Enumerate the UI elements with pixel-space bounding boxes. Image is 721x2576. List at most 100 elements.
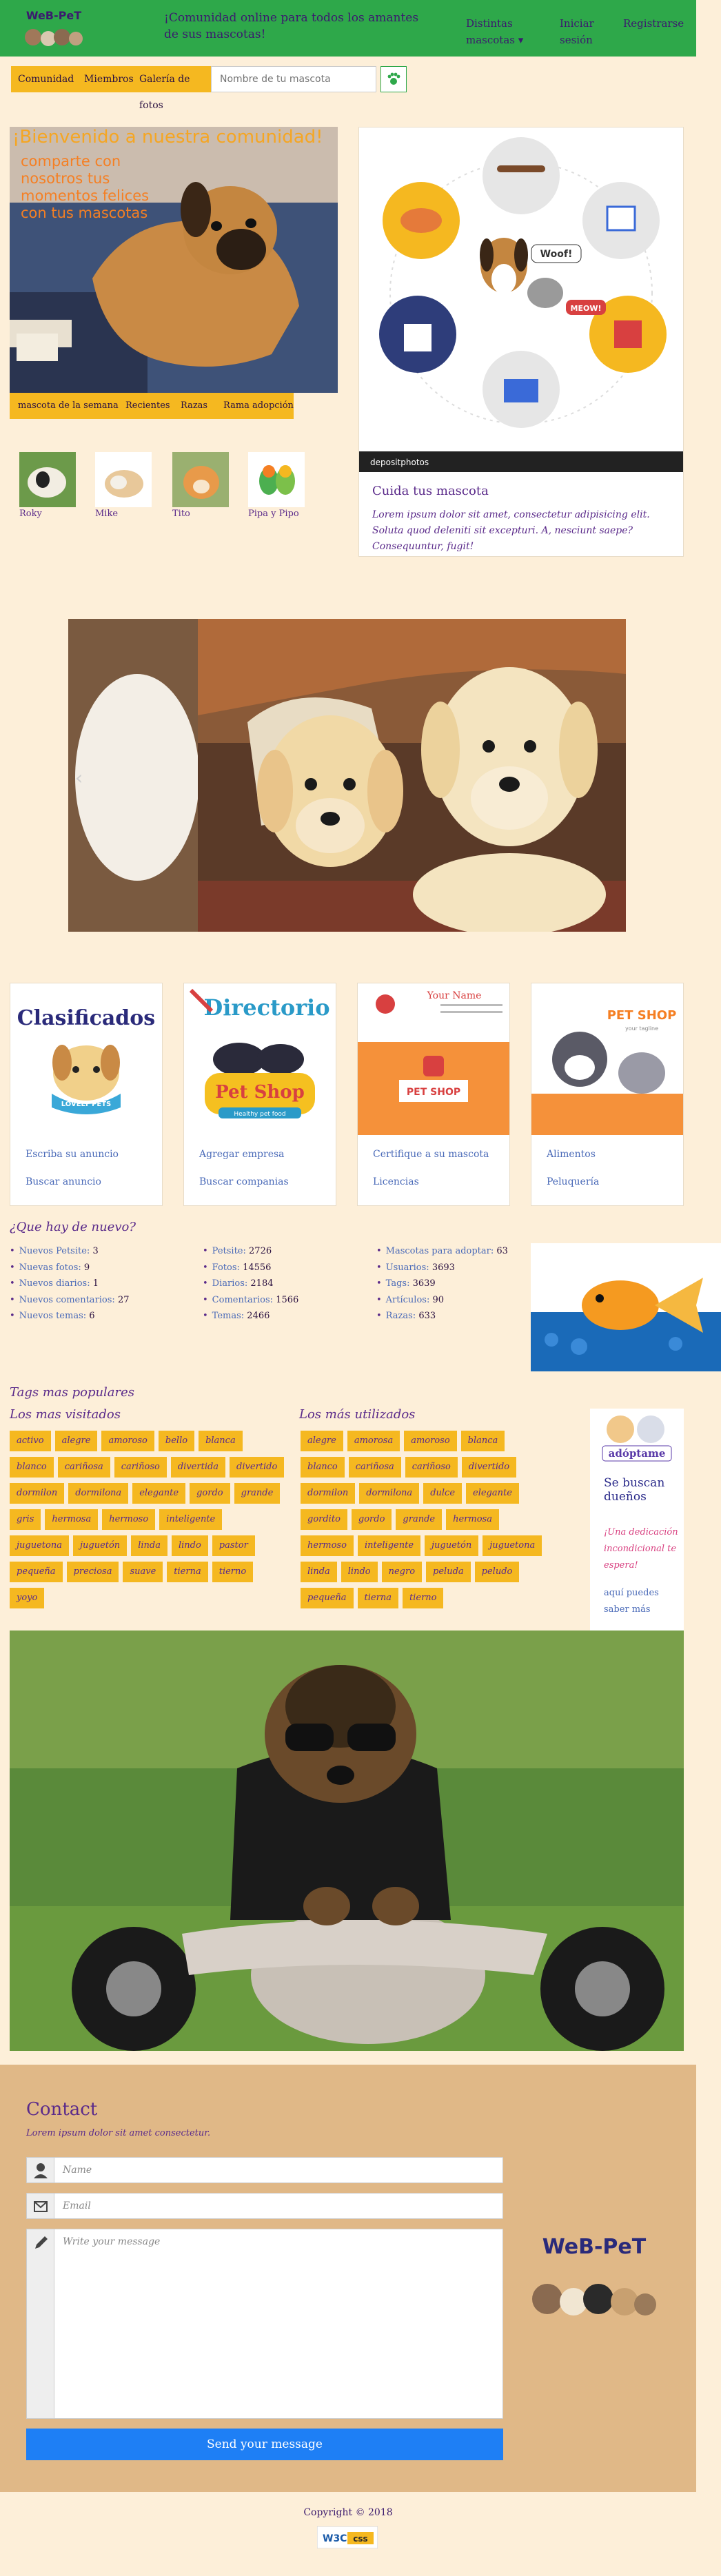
tag-link[interactable]: blanca — [460, 1431, 505, 1451]
tag-link[interactable]: lindo — [341, 1562, 378, 1582]
subnav-miembros[interactable]: Miembros — [84, 66, 134, 92]
tag-link[interactable]: lindo — [171, 1535, 208, 1556]
adopt-link[interactable]: aquí puedes saber más — [604, 1585, 680, 1618]
nav-registrarse[interactable]: Registrarse — [623, 15, 685, 32]
tag-link[interactable]: amoroso — [101, 1431, 154, 1451]
stat-item: Nuevas fotos: 9 — [10, 1260, 130, 1276]
link-alimentos[interactable]: Alimentos — [547, 1149, 596, 1160]
tag-link[interactable]: divertido — [230, 1457, 285, 1478]
tag-link[interactable]: tierna — [167, 1562, 208, 1582]
link-buscar-companias[interactable]: Buscar companias — [199, 1176, 289, 1187]
tag-link[interactable]: hermoso — [102, 1509, 156, 1530]
tag-link[interactable]: cariñoso — [114, 1457, 167, 1478]
tag-link[interactable]: linda — [301, 1562, 337, 1582]
tag-link[interactable]: pequeña — [10, 1562, 63, 1582]
service-card: Directorio Pet Shop Healthy pet food Agr… — [183, 983, 336, 1206]
tag-link[interactable]: cariñosa — [57, 1457, 110, 1478]
tag-link[interactable]: juguetón — [72, 1535, 128, 1556]
link-escriba-anuncio[interactable]: Escriba su anuncio — [26, 1149, 119, 1160]
tab-rama-adopcion[interactable]: Rama adopción — [223, 393, 294, 419]
tag-link[interactable]: dormilona — [68, 1483, 129, 1504]
tag-link[interactable]: peludo — [474, 1562, 520, 1582]
puppies-carousel[interactable]: ‹ — [68, 619, 626, 932]
pet-photo — [172, 452, 229, 507]
message-field[interactable]: Write your message — [26, 2229, 503, 2419]
search-input[interactable] — [211, 66, 376, 92]
link-certifique[interactable]: Certifique a su mascota — [373, 1149, 489, 1160]
pet-thumb[interactable]: Mike — [95, 452, 152, 519]
tag-link[interactable]: dulce — [423, 1483, 463, 1504]
tag-link[interactable]: gris — [10, 1509, 41, 1530]
search-button[interactable] — [380, 66, 407, 92]
subnav-galeria[interactable]: Galería de fotos — [139, 66, 211, 111]
tag-link[interactable]: amoroso — [404, 1431, 457, 1451]
nav-distintas-mascotas[interactable]: Distintas mascotas ▾ — [466, 15, 542, 48]
w3c-css-badge[interactable]: W3C css — [317, 2526, 378, 2548]
tag-link[interactable]: blanca — [199, 1431, 243, 1451]
tag-link[interactable]: elegante — [466, 1483, 519, 1504]
tags-used-list: alegre amorosa amoroso blanca blanco cariñosa… — [301, 1431, 549, 1608]
stat-item: Nuevos temas: 6 — [10, 1308, 130, 1325]
tag-link[interactable]: gordito — [301, 1509, 347, 1530]
subnav-comunidad[interactable]: Comunidad — [18, 66, 74, 92]
name-field[interactable]: Name — [26, 2157, 503, 2183]
tab-mascota-semana[interactable]: mascota de la semana — [18, 393, 119, 419]
tag-link[interactable]: inteligente — [159, 1509, 223, 1530]
tag-link[interactable]: amorosa — [347, 1431, 400, 1451]
tag-link[interactable]: alegre — [301, 1431, 343, 1451]
tag-link[interactable]: bello — [158, 1431, 195, 1451]
tag-link[interactable]: yoyo — [10, 1588, 45, 1608]
tag-link[interactable]: dormilon — [10, 1483, 65, 1504]
tag-link[interactable]: juguetona — [483, 1535, 542, 1556]
tag-link[interactable]: gordo — [351, 1509, 392, 1530]
tag-link[interactable]: grande — [234, 1483, 281, 1504]
tag-link[interactable]: pequeña — [301, 1588, 354, 1608]
send-message-button[interactable]: Send your message — [26, 2429, 503, 2460]
tag-link[interactable]: tierno — [402, 1588, 444, 1608]
tag-link[interactable]: tierna — [357, 1588, 398, 1608]
nav-label: Distintas mascotas — [466, 17, 515, 46]
tag-link[interactable]: inteligente — [357, 1535, 421, 1556]
tab-recientes[interactable]: Recientes — [125, 393, 170, 419]
tag-link[interactable]: alegre — [54, 1431, 98, 1451]
stat-item: Artículos: 90 — [376, 1292, 508, 1309]
link-agregar-empresa[interactable]: Agregar empresa — [199, 1149, 285, 1160]
tag-link[interactable]: divertida — [170, 1457, 226, 1478]
pet-thumb[interactable]: Pipa y Pipo — [248, 452, 305, 519]
tag-link[interactable]: activo — [10, 1431, 51, 1451]
adopt-text: ¡Una dedicación incondicional te espera! — [604, 1527, 678, 1571]
link-licencias[interactable]: Licencias — [373, 1176, 419, 1187]
tag-link[interactable]: tierno — [212, 1562, 254, 1582]
tag-link[interactable]: divertido — [461, 1457, 517, 1478]
tag-link[interactable]: cariñosa — [348, 1457, 401, 1478]
tag-link[interactable]: dormilona — [359, 1483, 420, 1504]
tag-link[interactable]: elegante — [132, 1483, 186, 1504]
tag-link[interactable]: blanco — [301, 1457, 345, 1478]
tag-link[interactable]: peluda — [426, 1562, 471, 1582]
service-card: PET SHOP your tagline Alimentos Peluquer… — [531, 983, 684, 1206]
tag-link[interactable]: suave — [123, 1562, 163, 1582]
tag-link[interactable]: negro — [381, 1562, 423, 1582]
tag-link[interactable]: cariñoso — [405, 1457, 458, 1478]
tag-link[interactable]: blanco — [10, 1457, 54, 1478]
link-buscar-anuncio[interactable]: Buscar anuncio — [26, 1176, 101, 1187]
site-logo[interactable]: WeB-PeT — [19, 7, 88, 51]
nav-iniciar-sesion[interactable]: Iniciar sesión — [560, 15, 601, 48]
tag-link[interactable]: juguetón — [425, 1535, 479, 1556]
link-peluqueria[interactable]: Peluquería — [547, 1176, 599, 1187]
pet-thumb[interactable]: Roky — [19, 452, 76, 519]
chevron-left-icon[interactable]: ‹ — [75, 766, 83, 789]
tag-link[interactable]: linda — [131, 1535, 167, 1556]
tag-link[interactable]: dormilon — [301, 1483, 356, 1504]
tag-link[interactable]: juguetona — [10, 1535, 69, 1556]
pet-thumb[interactable]: Tito — [172, 452, 229, 519]
tag-link[interactable]: preciosa — [66, 1562, 119, 1582]
tag-link[interactable]: gordo — [190, 1483, 230, 1504]
tab-razas[interactable]: Razas — [181, 393, 207, 419]
tag-link[interactable]: grande — [396, 1509, 443, 1530]
email-field[interactable]: Email — [26, 2193, 503, 2219]
tag-link[interactable]: hermosa — [45, 1509, 99, 1530]
tag-link[interactable]: hermoso — [301, 1535, 354, 1556]
tag-link[interactable]: pastor — [212, 1535, 255, 1556]
tag-link[interactable]: hermosa — [446, 1509, 499, 1530]
